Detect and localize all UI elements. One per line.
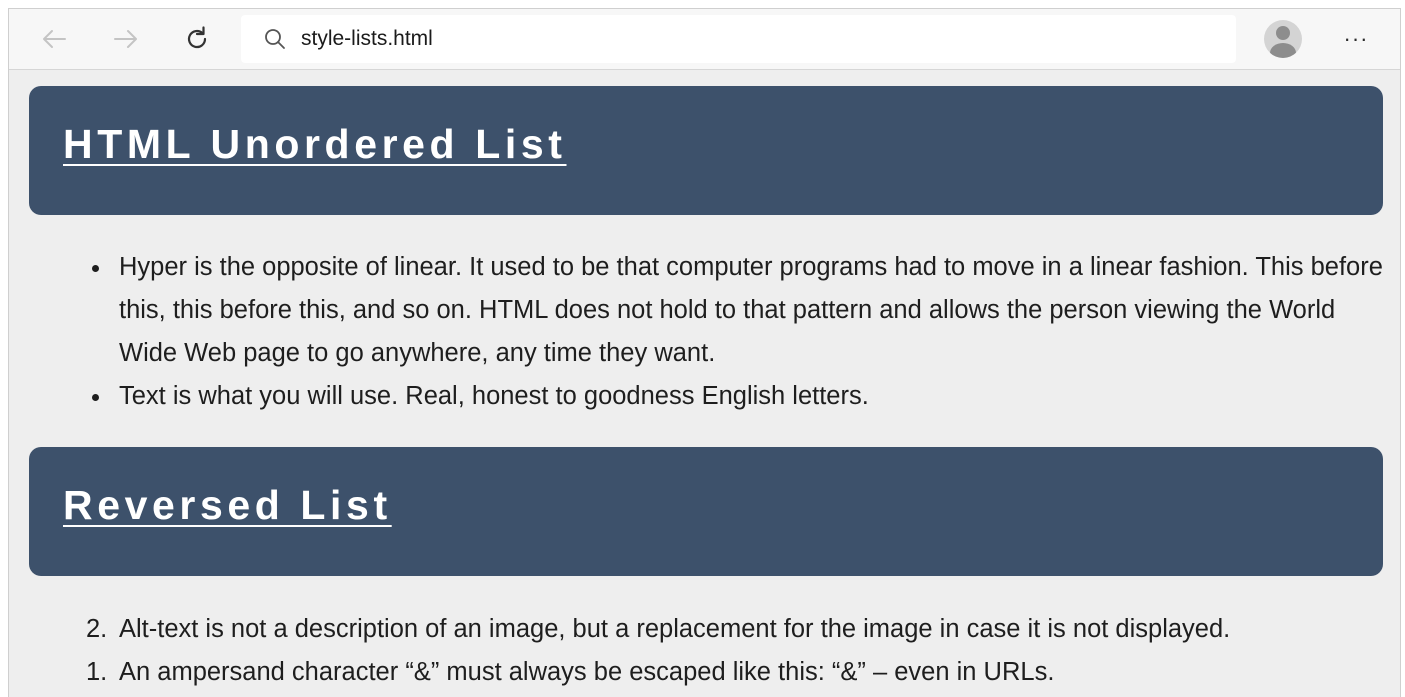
avatar-head — [1276, 26, 1290, 40]
address-bar[interactable]: style-lists.html — [241, 15, 1236, 63]
forward-button[interactable] — [108, 22, 144, 56]
list-item-text: An ampersand character “&” must always b… — [119, 658, 1055, 686]
profile-avatar-icon[interactable] — [1264, 20, 1302, 58]
list-item: Hyper is the opposite of linear. It used… — [92, 246, 1389, 375]
more-options-icon[interactable]: ··· — [1339, 24, 1373, 54]
list-item: Text is what you will use. Real, honest … — [92, 375, 1389, 418]
reload-icon — [187, 26, 207, 49]
heading-banner-unordered: HTML Unordered List — [29, 86, 1383, 215]
list-item-number: 1. — [86, 658, 108, 686]
browser-window: style-lists.html ··· HTML Unordered List… — [8, 8, 1401, 697]
search-icon — [263, 27, 287, 51]
browser-toolbar: style-lists.html ··· — [9, 9, 1400, 70]
unordered-list: Hyper is the opposite of linear. It used… — [92, 246, 1389, 418]
reversed-list: 2. Alt-text is not a description of an i… — [86, 608, 1389, 694]
heading-banner-reversed: Reversed List — [29, 447, 1383, 576]
avatar-body — [1270, 43, 1296, 58]
list-item-text: Alt-text is not a description of an imag… — [119, 615, 1231, 643]
list-item: 1. An ampersand character “&” must alway… — [86, 651, 1389, 694]
arrow-right-icon — [114, 30, 137, 48]
arrow-left-icon — [43, 30, 66, 48]
back-button[interactable] — [36, 22, 72, 56]
list-item-number: 2. — [86, 615, 108, 643]
heading-unordered-list: HTML Unordered List — [63, 121, 567, 167]
list-item: 2. Alt-text is not a description of an i… — [86, 608, 1389, 651]
heading-reversed-list: Reversed List — [63, 482, 392, 528]
url-text[interactable]: style-lists.html — [301, 27, 433, 51]
reload-button[interactable] — [179, 22, 215, 56]
page-content: HTML Unordered List Hyper is the opposit… — [9, 71, 1400, 697]
